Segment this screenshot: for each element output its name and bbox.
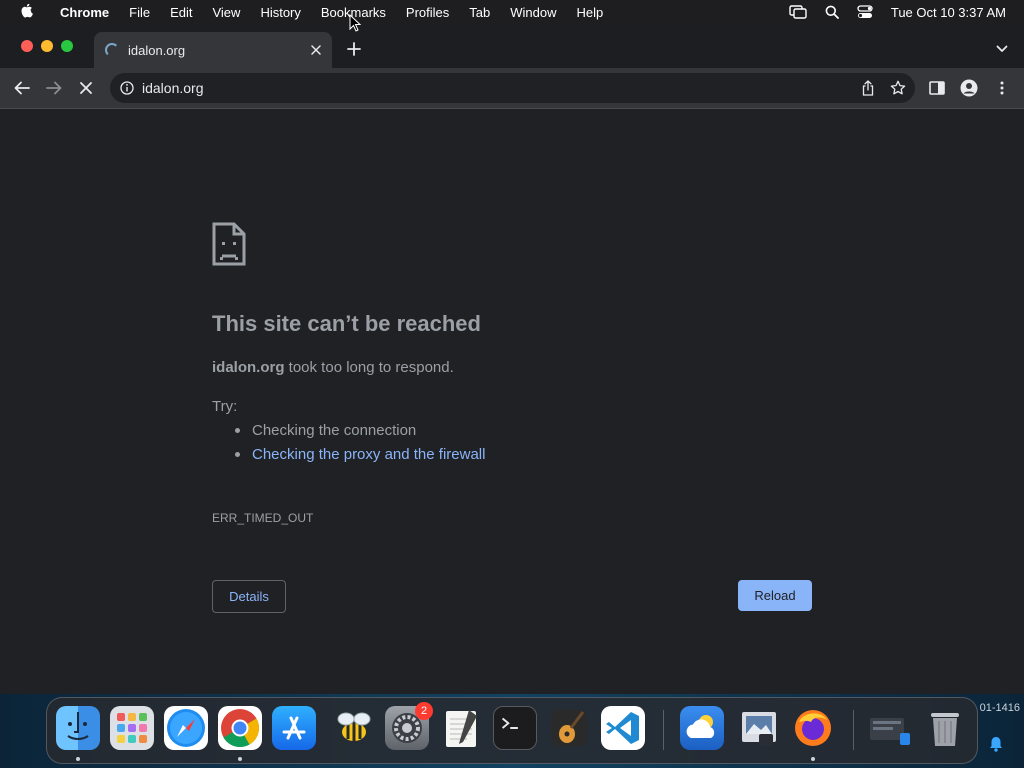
reload-button[interactable]: Reload: [738, 580, 812, 611]
chrome-running-dot: [238, 757, 242, 761]
firefox-running-dot: [811, 757, 815, 761]
menu-app-name[interactable]: Chrome: [46, 5, 119, 20]
suggestion-check-connection: Checking the connection: [232, 422, 485, 446]
menu-bar: Chrome File Edit View History Bookmarks …: [0, 0, 1024, 24]
menu-file[interactable]: File: [119, 5, 160, 20]
error-code: ERR_TIMED_OUT: [212, 511, 314, 525]
apple-icon[interactable]: [18, 3, 36, 21]
error-message-text: took too long to respond.: [284, 359, 454, 376]
address-bar[interactable]: idalon.org: [110, 73, 915, 103]
preview-icon[interactable]: [737, 706, 781, 750]
menu-view[interactable]: View: [202, 5, 250, 20]
finder-running-dot: [76, 757, 80, 761]
control-center-icon[interactable]: [857, 5, 873, 19]
tab-close-icon[interactable]: [308, 42, 324, 58]
minimize-window-button[interactable]: [41, 40, 53, 52]
downloads-stack-icon[interactable]: [867, 706, 911, 750]
try-label: Try:: [212, 398, 238, 415]
chrome-window: idalon.org idalon.org This site can’t be…: [0, 24, 1024, 694]
spotlight-search-icon[interactable]: [825, 5, 839, 19]
trash-icon[interactable]: [923, 706, 967, 750]
launchpad-icon[interactable]: [110, 706, 154, 750]
bee-app-icon[interactable]: [332, 706, 376, 750]
menu-help[interactable]: Help: [567, 5, 614, 20]
zoom-window-button[interactable]: [61, 40, 73, 52]
app-store-icon[interactable]: [272, 706, 316, 750]
finder-icon[interactable]: [56, 706, 100, 750]
suggestion-proxy-firewall-link[interactable]: Checking the proxy and the firewall: [232, 446, 485, 470]
browser-toolbar: idalon.org: [0, 68, 1024, 109]
firefox-icon[interactable]: [791, 706, 835, 750]
new-tab-plus-icon[interactable]: [344, 39, 364, 59]
error-title: This site can’t be reached: [212, 311, 481, 336]
dock: [46, 697, 978, 764]
site-info-icon[interactable]: [119, 80, 135, 96]
mouse-cursor-icon: [349, 14, 361, 32]
menu-window[interactable]: Window: [500, 5, 566, 20]
weather-icon[interactable]: [680, 706, 724, 750]
forward-arrow-icon[interactable]: [42, 76, 66, 100]
details-button[interactable]: Details: [212, 580, 286, 613]
tab-idalon[interactable]: idalon.org: [94, 32, 332, 68]
error-host: idalon.org: [212, 359, 285, 376]
chrome-icon[interactable]: [218, 706, 262, 750]
terminal-icon[interactable]: [493, 706, 537, 750]
share-icon[interactable]: [861, 80, 875, 101]
textedit-icon[interactable]: [439, 706, 483, 750]
loading-spinner-icon: [105, 43, 119, 57]
screen-mirroring-icon[interactable]: [789, 5, 807, 19]
dock-separator-2: [853, 710, 854, 750]
system-settings-badge: 2: [415, 702, 433, 720]
bookmark-star-icon[interactable]: [890, 80, 906, 101]
desktop-label: 01-1416: [979, 702, 1020, 714]
safari-icon[interactable]: [164, 706, 208, 750]
menu-clock[interactable]: Tue Oct 10 3:37 AM: [891, 5, 1006, 20]
error-page: This site can’t be reached idalon.org to…: [0, 110, 1024, 694]
menu-tab[interactable]: Tab: [459, 5, 500, 20]
more-menu-icon[interactable]: [990, 76, 1014, 100]
tab-strip: idalon.org: [0, 24, 1024, 68]
back-arrow-icon[interactable]: [10, 76, 34, 100]
garageband-icon[interactable]: [547, 706, 591, 750]
notification-bell-icon[interactable]: [988, 736, 1004, 752]
stop-loading-icon[interactable]: [74, 76, 98, 100]
chevron-down-icon[interactable]: [993, 40, 1011, 58]
profile-avatar-icon[interactable]: [957, 76, 981, 100]
url-text[interactable]: idalon.org: [142, 80, 204, 96]
vscode-icon[interactable]: [601, 706, 645, 750]
sad-document-icon: [212, 222, 246, 266]
menu-history[interactable]: History: [250, 5, 310, 20]
close-window-button[interactable]: [21, 40, 33, 52]
suggestions-list: Checking the connection Checking the pro…: [232, 422, 485, 470]
menu-profiles[interactable]: Profiles: [396, 5, 459, 20]
error-message: idalon.org took too long to respond.: [212, 359, 454, 376]
side-panel-icon[interactable]: [925, 76, 949, 100]
dock-separator: [663, 710, 664, 750]
tab-title: idalon.org: [128, 42, 186, 58]
menu-edit[interactable]: Edit: [160, 5, 202, 20]
